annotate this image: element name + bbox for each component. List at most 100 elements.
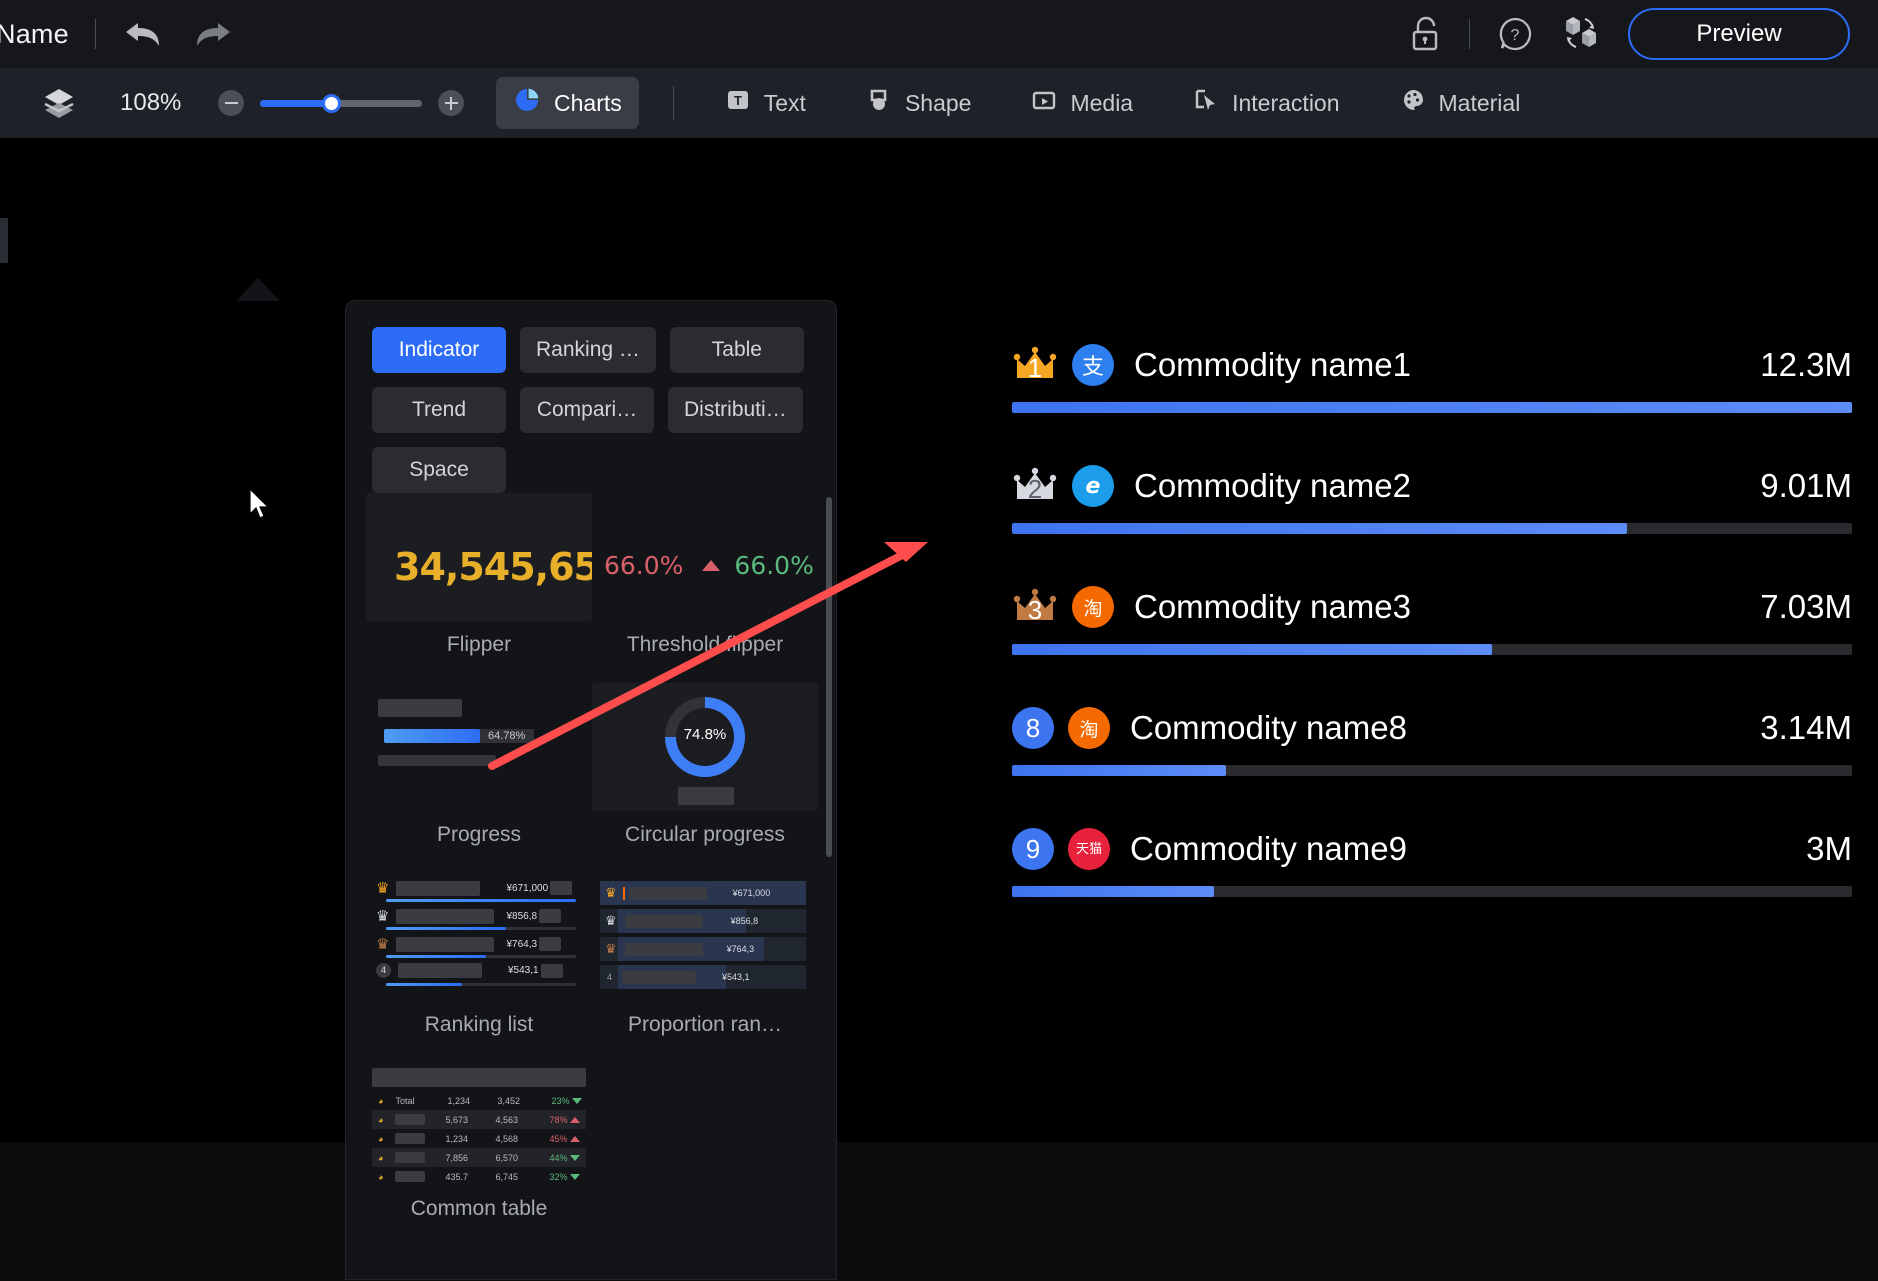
category-space[interactable]: Space (372, 447, 506, 493)
zoom-slider[interactable] (260, 93, 422, 113)
placeholder-bar (395, 1171, 426, 1182)
table-cell: 3,452 (497, 1095, 520, 1106)
plus-icon[interactable] (438, 90, 464, 116)
rank-badge: 8 (1012, 707, 1054, 749)
tab-text[interactable]: T Text (708, 78, 823, 128)
table-cell: 1,234 (447, 1095, 470, 1106)
ranking-row[interactable]: 3 淘 Commodity name3 7.03M (1012, 580, 1852, 655)
common-table-thumbnail[interactable]: ◕ Total 1,234 3,452 23% ◕ 5,673 4,563 78… (366, 1063, 592, 1185)
ranking-row[interactable]: 8 淘 Commodity name8 3.14M (1012, 701, 1852, 776)
chart-caption: Common table (410, 1197, 548, 1220)
table-row: ◕ 1,234 4,568 45% (372, 1129, 586, 1148)
chart-category-tabs: Indicator Ranking … Table Trend Compari…… (346, 301, 836, 493)
minus-icon[interactable] (218, 90, 244, 116)
row-icon: ◕ (378, 1095, 384, 1106)
ranking-row[interactable]: 9 天猫 Commodity name9 3M (1012, 822, 1852, 897)
progress-thumbnail[interactable]: 64.78% (366, 683, 592, 811)
triangle-down-icon (570, 1154, 581, 1161)
progress-fill (386, 983, 462, 986)
rank-value: ¥671,000 (506, 882, 549, 894)
tab-interaction[interactable]: Interaction (1176, 78, 1356, 128)
table-cell-delta: 23% (551, 1095, 570, 1106)
threshold-flipper-thumbnail[interactable]: 66.0% 66.0% (592, 493, 818, 621)
placeholder-bar (378, 755, 496, 766)
table-row: ◕ 7,856 6,570 44% (372, 1148, 586, 1167)
category-distribution[interactable]: Distributi… (668, 387, 803, 433)
tab-media[interactable]: Media (1014, 78, 1150, 128)
left-rail-handle[interactable] (0, 218, 8, 263)
taobao-icon: 淘 (1068, 707, 1110, 749)
ranking-bar-track (1012, 402, 1852, 413)
proportion-row: ♛ ¥856,8 (600, 909, 806, 933)
commodity-name: Commodity name9 (1130, 830, 1407, 867)
chart-caption: Ranking list (424, 1013, 534, 1036)
chart-item-ranking-list[interactable]: ♛ ¥671,000 ♛ ¥856,8 ♛ ¥764,3 4 ¥543,1 Ra… (366, 873, 592, 1037)
placeholder-bar (622, 970, 697, 984)
lock-icon[interactable] (1409, 15, 1443, 53)
tab-charts[interactable]: Charts (496, 77, 639, 129)
proportion-ranking-thumbnail[interactable]: ♛ ¥671,000 ♛ ¥856,8 ♛ ¥764,3 4 ¥543,1 (592, 873, 818, 1001)
toolbar-items: T Text Shape Media Interaction Material (708, 78, 1538, 128)
charts-popover-panel[interactable]: Indicator Ranking … Table Trend Compari…… (345, 300, 837, 1280)
zoom-slider-knob[interactable] (322, 93, 341, 113)
circular-progress-thumbnail[interactable]: 74.8% (592, 683, 818, 811)
ranking-row[interactable]: 1 支 Commodity name1 12.3M (1012, 338, 1852, 413)
editor-canvas[interactable]: 1 支 Commodity name1 12.3M 2 e Commodity … (0, 138, 1878, 1280)
tab-material-label: Material (1438, 89, 1521, 116)
ranking-board-widget[interactable]: 1 支 Commodity name1 12.3M 2 e Commodity … (1012, 338, 1852, 943)
rank-badge: 9 (1012, 828, 1054, 870)
category-ranking[interactable]: Ranking … (520, 327, 656, 373)
table-cell: Total (395, 1095, 415, 1106)
ranking-list-thumbnail[interactable]: ♛ ¥671,000 ♛ ¥856,8 ♛ ¥764,3 4 ¥543,1 (366, 873, 592, 1001)
placeholder-bar (628, 886, 707, 900)
chart-item-progress[interactable]: 64.78% Progress (366, 683, 592, 847)
table-cell: 6,570 (495, 1152, 518, 1163)
placeholder-bar (550, 881, 573, 895)
tab-material[interactable]: Material (1383, 78, 1538, 128)
rank-badge: 4 (376, 963, 391, 978)
ranking-bar-track (1012, 523, 1852, 534)
cursor-click-icon (1193, 87, 1219, 119)
tab-charts-label: Charts (554, 89, 622, 116)
category-comparison[interactable]: Compari… (520, 387, 654, 433)
ranking-bar-fill (1012, 765, 1227, 776)
help-question-icon[interactable]: ? (1496, 15, 1534, 53)
category-trend[interactable]: Trend (372, 387, 506, 433)
chart-item-circular-progress[interactable]: 74.8% Circular progress (592, 683, 818, 847)
gold-crown-icon: 1 (1012, 344, 1058, 386)
header-divider-2 (1469, 19, 1470, 49)
gold-crown-icon: ♛ (376, 880, 390, 897)
tab-shape[interactable]: Shape (849, 78, 989, 128)
taobao-icon: 淘 (1072, 586, 1114, 628)
ranking-bar-track (1012, 644, 1852, 655)
chart-item-proportion-ranking[interactable]: ♛ ¥671,000 ♛ ¥856,8 ♛ ¥764,3 4 ¥543,1 Pr… (592, 873, 818, 1037)
category-indicator[interactable]: Indicator (372, 327, 506, 373)
table-cell: 435.7 (445, 1171, 468, 1182)
tab-interaction-label: Interaction (1232, 89, 1340, 116)
chart-item-flipper[interactable]: 34,545,656 Flipper (366, 493, 592, 657)
document-name[interactable]: Name (0, 19, 69, 50)
proportion-row: ♛ ¥671,000 (600, 881, 806, 905)
tab-shape-label: Shape (904, 89, 972, 116)
chart-item-common-table[interactable]: ◕ Total 1,234 3,452 23% ◕ 5,673 4,563 78… (366, 1063, 592, 1221)
ranking-bar-fill (1012, 886, 1214, 897)
category-table[interactable]: Table (669, 327, 804, 373)
flipper-thumbnail[interactable]: 34,545,656 (366, 493, 592, 621)
proportion-row: 4 ¥543,1 (600, 965, 806, 989)
component-sync-icon[interactable] (1560, 14, 1602, 54)
table-cell-delta: 44% (549, 1152, 568, 1163)
chart-caption: Progress (436, 823, 522, 846)
undo-arrow-icon[interactable] (122, 17, 166, 51)
redo-arrow-icon[interactable] (190, 17, 234, 51)
layers-icon[interactable] (42, 86, 76, 120)
ranking-row[interactable]: 2 e Commodity name2 9.01M (1012, 459, 1852, 534)
chart-list-scroll[interactable]: 34,545,656 Flipper 66.0% 66.0% Thre (346, 493, 838, 1281)
chart-item-threshold-flipper[interactable]: 66.0% 66.0% Threshold flipper (592, 493, 818, 657)
table-cell: 4,563 (495, 1114, 518, 1125)
chart-caption: Proportion ran… (627, 1013, 783, 1036)
commodity-name: Commodity name2 (1134, 467, 1411, 504)
ranking-bar-track (1012, 765, 1852, 776)
text-t-icon: T (725, 87, 751, 119)
ranking-bar-fill (1012, 402, 1852, 413)
preview-button[interactable]: Preview (1628, 8, 1850, 60)
